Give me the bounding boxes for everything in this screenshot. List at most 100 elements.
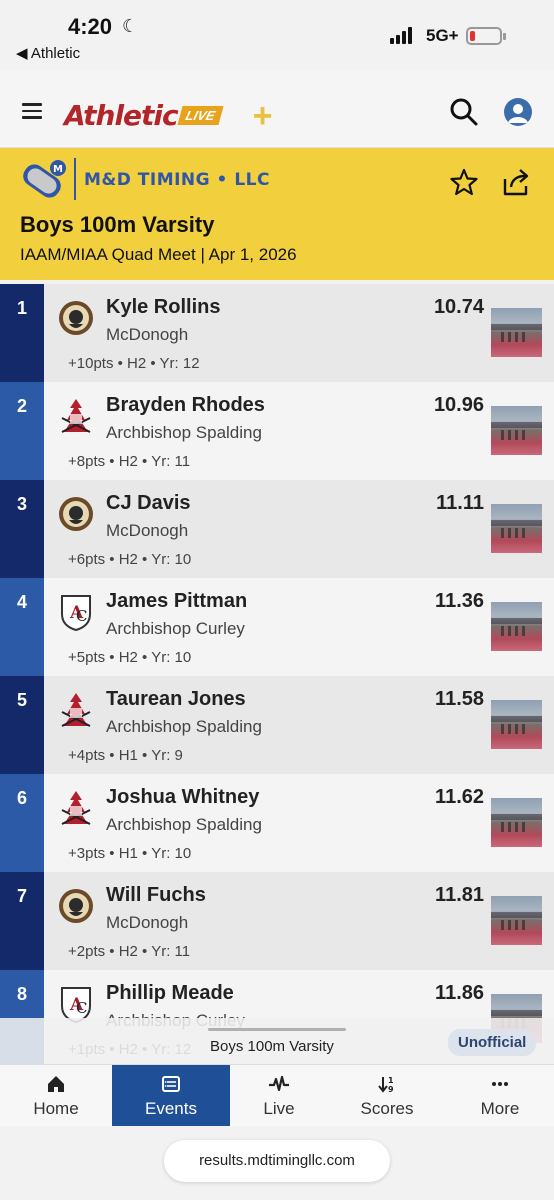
- nav-more-label: More: [480, 1099, 520, 1118]
- spalding-logo-icon: [58, 788, 94, 828]
- result-row[interactable]: 7 Will Fuchs McDonogh +2pts • H2 • Yr: 11 11…: [0, 872, 554, 970]
- nav-scores-label: Scores: [360, 1099, 414, 1118]
- brand-name: Athletic: [64, 99, 179, 132]
- finish-photo-thumbnail[interactable]: [491, 406, 542, 455]
- svg-text:C: C: [76, 999, 87, 1017]
- list-icon: [112, 1074, 230, 1094]
- battery-icon: [466, 27, 506, 45]
- place-number: 4: [16, 592, 27, 612]
- result-time: 11.81: [435, 884, 484, 906]
- athlete-name[interactable]: Joshua Whitney: [106, 786, 259, 809]
- finish-photo-thumbnail[interactable]: [491, 896, 542, 945]
- divider: [74, 158, 76, 200]
- favorite-star-icon[interactable]: [450, 168, 478, 196]
- school-name: Archbishop Spalding: [106, 423, 262, 442]
- bottom-nav: Home Events Live 19 Scores More: [0, 1064, 554, 1127]
- athlete-name[interactable]: CJ Davis: [106, 492, 191, 515]
- finish-photo-thumbnail[interactable]: [491, 504, 542, 553]
- place-column: 3: [0, 480, 44, 578]
- place-number: 3: [16, 494, 27, 514]
- result-row[interactable]: 4 A C James Pittman Archbishop Curley +5pts •…: [0, 578, 554, 676]
- home-icon: [0, 1074, 112, 1094]
- result-time: 11.86: [435, 982, 484, 1004]
- drag-handle[interactable]: [208, 1028, 346, 1031]
- result-row[interactable]: 1 Kyle Rollins McDonogh +10pts • H2 • Yr: 1…: [0, 284, 554, 382]
- brand-live: LIVE: [177, 106, 224, 125]
- result-time: 11.62: [435, 786, 484, 808]
- result-time: 11.36: [435, 590, 484, 612]
- place-number: 6: [16, 788, 27, 808]
- nav-home[interactable]: Home: [0, 1065, 112, 1127]
- finish-photo-thumbnail[interactable]: [491, 700, 542, 749]
- url-pill[interactable]: results.mdtimingllc.com: [164, 1140, 390, 1182]
- place-number: 5: [16, 690, 27, 710]
- result-time: 10.74: [433, 296, 484, 318]
- school-name: Archbishop Spalding: [106, 815, 262, 834]
- athlete-name[interactable]: Taurean Jones: [106, 688, 246, 711]
- athlete-name[interactable]: Will Fuchs: [106, 884, 206, 907]
- school-name: McDonogh: [106, 325, 189, 344]
- athlete-name[interactable]: Brayden Rhodes: [106, 394, 265, 417]
- result-row[interactable]: 6 Joshua Whitney Archbishop Spalding +3pts …: [0, 774, 554, 872]
- finish-photo-thumbnail[interactable]: [491, 308, 542, 357]
- result-meta: +2pts • H2 • Yr: 11: [68, 943, 191, 960]
- nav-events[interactable]: Events: [112, 1065, 230, 1127]
- result-time: 11.11: [436, 492, 484, 514]
- place-column: 5: [0, 676, 44, 774]
- md-timing-logo-icon: M: [20, 158, 80, 200]
- svg-text:1: 1: [388, 1076, 394, 1085]
- result-meta: +4pts • H1 • Yr: 9: [68, 747, 183, 764]
- nav-live-label: Live: [263, 1099, 295, 1118]
- place-number: 1: [16, 298, 27, 318]
- result-row[interactable]: 3 CJ Davis McDonogh +6pts • H2 • Yr: 10 11.1…: [0, 480, 554, 578]
- school-name: McDonogh: [106, 913, 189, 932]
- mcdonogh-logo-icon: [58, 494, 94, 534]
- finish-photo-thumbnail[interactable]: [491, 602, 542, 651]
- place-column: 6: [0, 774, 44, 872]
- results-list: 1 Kyle Rollins McDonogh +10pts • H2 • Yr: 1…: [0, 284, 554, 1068]
- athlete-name[interactable]: James Pittman: [106, 590, 247, 613]
- moon-icon: ☾: [122, 16, 139, 36]
- svg-text:9: 9: [388, 1085, 394, 1094]
- result-meta: +3pts • H1 • Yr: 10: [68, 845, 192, 862]
- status-time: 4:20: [68, 14, 113, 39]
- status-bar: 4:20 ☾ ◀ Athletic 5G+: [0, 0, 554, 70]
- result-row[interactable]: 5 Taurean Jones Archbishop Spalding +4pts •…: [0, 676, 554, 774]
- sort-icon: 19: [328, 1074, 446, 1094]
- place-column: 4: [0, 578, 44, 676]
- unofficial-badge: Unofficial: [448, 1029, 537, 1056]
- app-header: Athletic LIVE +: [0, 70, 554, 148]
- result-row[interactable]: 2 Brayden Rhodes Archbishop Spalding +8pts …: [0, 382, 554, 480]
- nav-scores[interactable]: 19 Scores: [328, 1065, 446, 1127]
- menu-icon[interactable]: [22, 103, 42, 119]
- result-meta: +5pts • H2 • Yr: 10: [68, 649, 192, 666]
- back-to-app-link[interactable]: ◀ Athletic: [16, 44, 80, 62]
- nav-home-label: Home: [33, 1099, 79, 1118]
- mcdonogh-logo-icon: [58, 298, 94, 338]
- back-app-label: Athletic: [30, 45, 81, 62]
- plus-icon: +: [252, 97, 272, 135]
- search-icon[interactable]: [448, 96, 480, 128]
- spalding-logo-icon: [58, 396, 94, 436]
- curley-logo-icon: AC: [58, 592, 94, 632]
- timing-company: M&D TIMING • LLC: [84, 170, 270, 190]
- network-type: 5G+: [426, 26, 459, 45]
- place-column: 7: [0, 872, 44, 970]
- athlete-name[interactable]: Kyle Rollins: [106, 296, 220, 319]
- finish-photo-thumbnail[interactable]: [491, 798, 542, 847]
- meet-banner: M M&D TIMING • LLC Boys 100m Varsity IAA…: [0, 148, 554, 280]
- place-number: 7: [16, 886, 27, 906]
- school-name: McDonogh: [106, 521, 189, 540]
- current-event-sheet[interactable]: Boys 100m Varsity Unofficial: [0, 1018, 554, 1064]
- school-name: Archbishop Spalding: [106, 717, 262, 736]
- athletic-live-logo[interactable]: Athletic LIVE: [64, 99, 224, 132]
- user-avatar-icon[interactable]: [504, 98, 532, 126]
- nav-live[interactable]: Live: [230, 1065, 328, 1127]
- athlete-name[interactable]: Phillip Meade: [106, 982, 234, 1005]
- result-meta: +10pts • H2 • Yr: 12: [68, 355, 200, 372]
- nav-more[interactable]: More: [446, 1065, 554, 1127]
- place-column: 2: [0, 382, 44, 480]
- event-title: Boys 100m Varsity: [20, 212, 215, 237]
- more-icon: [446, 1074, 554, 1094]
- share-icon[interactable]: [500, 166, 532, 198]
